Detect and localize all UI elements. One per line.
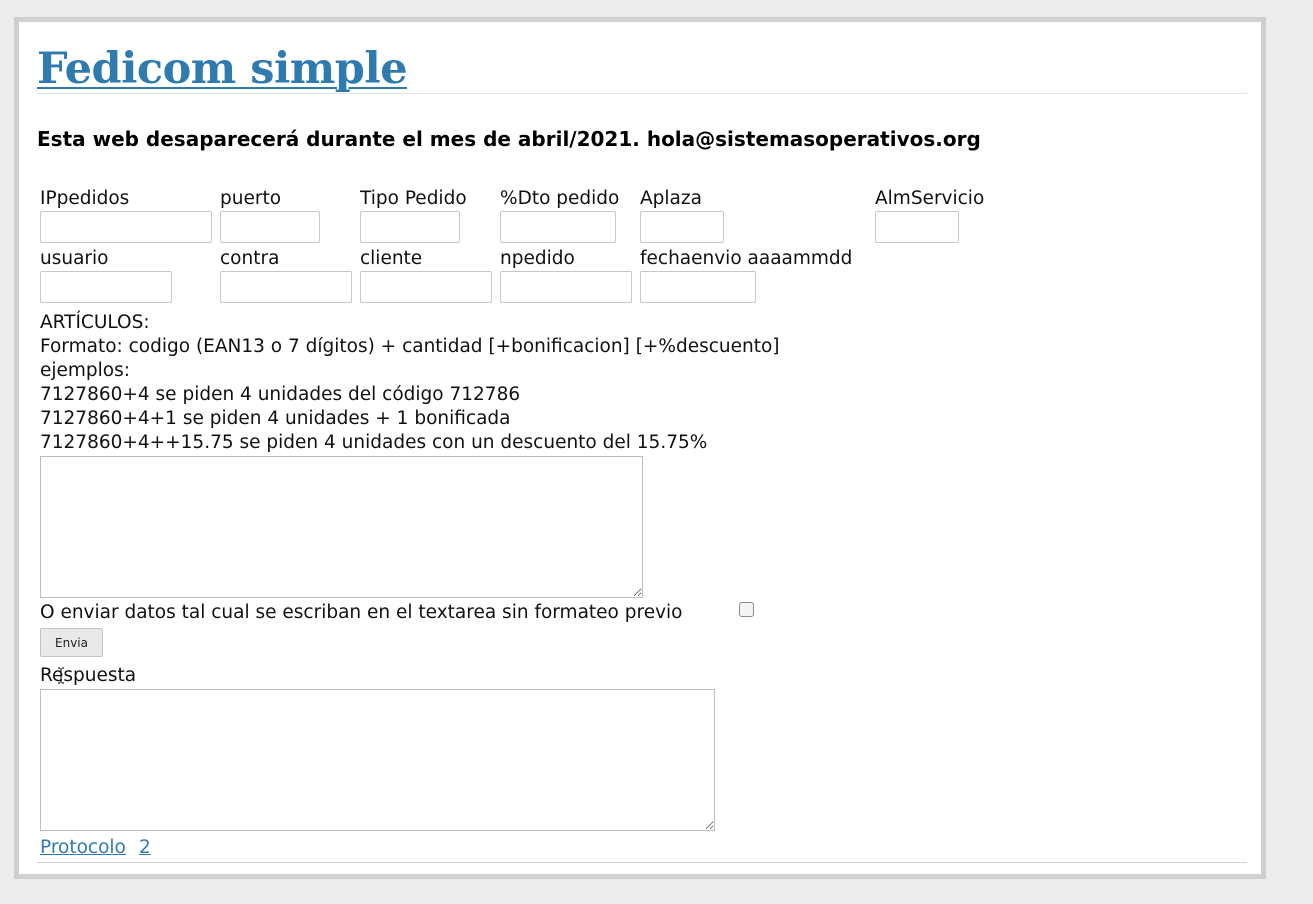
cliente-label: cliente <box>360 248 423 269</box>
aplaza-input[interactable] <box>640 211 724 243</box>
aplaza-label: Aplaza <box>640 188 702 209</box>
respuesta-label: Respuesta <box>40 665 137 686</box>
raw-option-checkbox[interactable] <box>739 602 754 617</box>
cliente-input[interactable] <box>360 271 492 303</box>
usuario-label: usuario <box>40 248 109 269</box>
example-line: 7127860+4+1 se piden 4 unidades + 1 boni… <box>40 408 511 429</box>
site-title-link[interactable]: Fedicom simple <box>37 41 408 97</box>
contra-input[interactable] <box>220 271 352 303</box>
notice-banner: Esta web desaparecerá durante el mes de … <box>37 127 981 151</box>
dto-pedido-label: %Dto pedido <box>500 188 620 209</box>
ippedidos-label: IPpedidos <box>40 188 130 209</box>
fechaenvio-input[interactable] <box>640 271 756 303</box>
tipo-pedido-input[interactable] <box>360 211 460 243</box>
articles-heading: ARTÍCULOS: <box>40 312 150 333</box>
header-divider <box>37 93 1247 94</box>
puerto-label: puerto <box>220 188 282 209</box>
respuesta-textarea[interactable] <box>40 689 715 831</box>
protocolo-link[interactable]: Protocolo <box>40 837 126 859</box>
protocolo-2-link[interactable]: 2 <box>139 837 151 859</box>
text-cursor-icon <box>58 667 64 684</box>
example-line: 7127860+4++15.75 se piden 4 unidades con… <box>40 432 708 453</box>
almservicio-input[interactable] <box>875 211 959 243</box>
puerto-input[interactable] <box>220 211 320 243</box>
envia-button[interactable]: Envia <box>40 628 103 657</box>
page-container: Fedicom simple Esta web desaparecerá dur… <box>14 17 1266 879</box>
footer-divider <box>37 862 1247 863</box>
npedido-label: npedido <box>500 248 575 269</box>
tipo-pedido-label: Tipo Pedido <box>360 188 467 209</box>
articles-textarea[interactable] <box>40 456 643 598</box>
contra-label: contra <box>220 248 280 269</box>
example-line: 7127860+4 se piden 4 unidades del código… <box>40 384 521 405</box>
examples-label: ejemplos: <box>40 360 130 381</box>
fechaenvio-label: fechaenvio aaaammdd <box>640 248 853 269</box>
npedido-input[interactable] <box>500 271 632 303</box>
almservicio-label: AlmServicio <box>875 188 985 209</box>
raw-option-label: O enviar datos tal cual se escriban en e… <box>40 602 683 623</box>
usuario-input[interactable] <box>40 271 172 303</box>
ippedidos-input[interactable] <box>40 211 212 243</box>
articles-format: Formato: codigo (EAN13 o 7 dígitos) + ca… <box>40 336 780 357</box>
articles-instructions: ARTÍCULOS: Formato: codigo (EAN13 o 7 dí… <box>40 311 780 455</box>
dto-pedido-input[interactable] <box>500 211 616 243</box>
